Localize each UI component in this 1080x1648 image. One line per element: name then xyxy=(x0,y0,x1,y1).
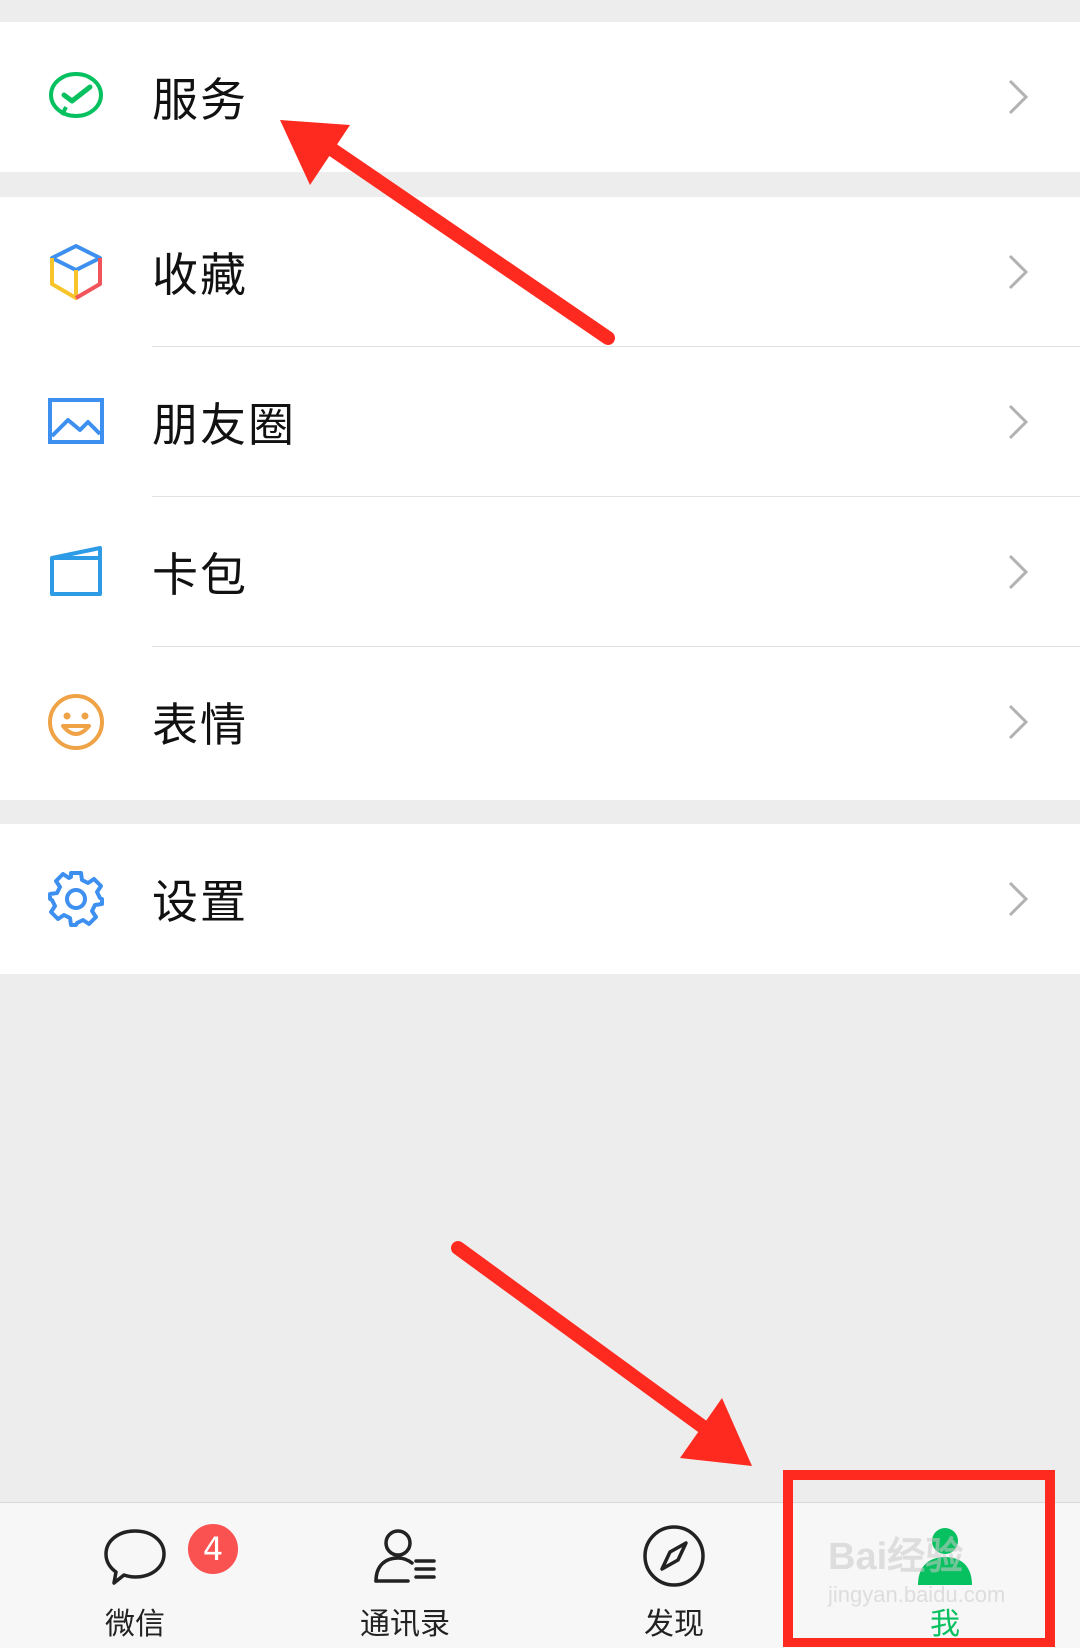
tab-label: 通讯录 xyxy=(360,1607,450,1642)
gear-icon xyxy=(44,867,108,931)
menu-item-label: 服务 xyxy=(152,73,248,127)
watermark-line1: Bai经验 xyxy=(828,1536,964,1578)
menu-item-favorites[interactable]: 收藏 xyxy=(0,197,1080,347)
features-group: 收藏 朋友圈 卡包 表情 xyxy=(0,197,1080,800)
chevron-right-icon xyxy=(1006,879,1030,919)
menu-item-moments[interactable]: 朋友圈 xyxy=(0,347,1080,497)
chevron-right-icon xyxy=(1006,77,1030,117)
compass-icon xyxy=(639,1521,709,1591)
service-group: 服务 xyxy=(0,22,1080,172)
menu-item-label: 收藏 xyxy=(152,248,248,302)
wallet-card-icon xyxy=(44,540,108,604)
chevron-right-icon xyxy=(1006,552,1030,592)
watermark-line2: jingyan.baidu.com xyxy=(828,1582,1006,1607)
contacts-icon xyxy=(370,1521,440,1591)
baidu-watermark: Bai经验 jingyan.baidu.com xyxy=(828,1525,1005,1608)
menu-item-stickers[interactable]: 表情 xyxy=(0,647,1080,797)
menu-item-label: 卡包 xyxy=(152,548,248,602)
chevron-right-icon xyxy=(1006,402,1030,442)
settings-group: 设置 xyxy=(0,824,1080,974)
unread-badge: 4 xyxy=(185,1521,241,1577)
wechat-pay-check-icon xyxy=(44,65,108,129)
menu-item-settings[interactable]: 设置 xyxy=(0,824,1080,974)
chat-bubble-icon xyxy=(100,1521,170,1591)
tab-contacts[interactable]: 通讯录 xyxy=(305,1503,505,1648)
chevron-right-icon xyxy=(1006,702,1030,742)
menu-item-service[interactable]: 服务 xyxy=(0,22,1080,172)
menu-item-cards[interactable]: 卡包 xyxy=(0,497,1080,647)
chevron-right-icon xyxy=(1006,252,1030,292)
menu-item-label: 表情 xyxy=(152,698,248,752)
picture-icon xyxy=(44,390,108,454)
cube-icon xyxy=(44,240,108,304)
tab-label: 发现 xyxy=(644,1607,704,1642)
smiley-icon xyxy=(44,690,108,754)
menu-item-label: 朋友圈 xyxy=(152,398,296,452)
tab-label: 微信 xyxy=(105,1607,165,1642)
menu-item-label: 设置 xyxy=(152,875,248,929)
tab-discover[interactable]: 发现 xyxy=(574,1503,774,1648)
red-arrow-down-right xyxy=(451,1241,752,1466)
tab-chats[interactable]: 4 微信 xyxy=(35,1503,241,1648)
